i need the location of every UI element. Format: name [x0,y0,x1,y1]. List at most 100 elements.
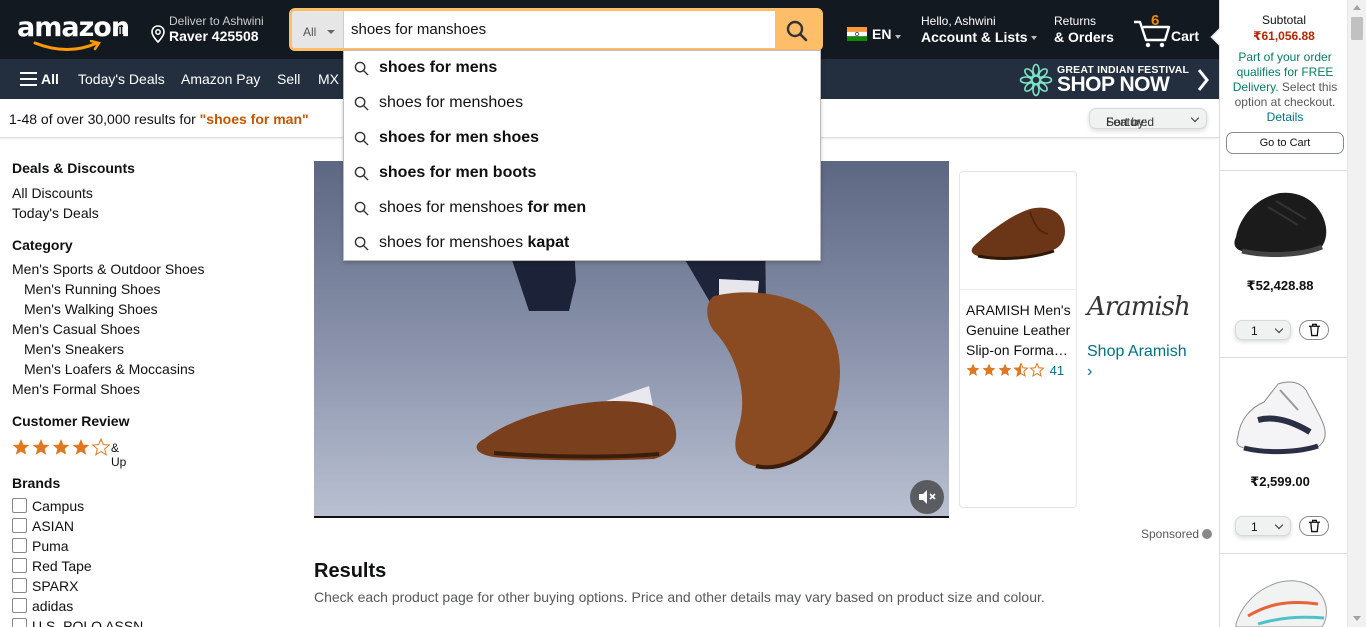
checkbox[interactable] [12,598,27,613]
white-running-shoe-image[interactable] [1228,574,1332,627]
hamburger-menu-icon[interactable] [20,72,37,86]
cart-item-quantity-select[interactable]: 1 [1235,320,1291,340]
search-suggestion[interactable]: shoes for menshoes for men [344,191,820,226]
checkbox[interactable] [12,538,27,553]
festival-banner[interactable]: GREAT INDIAN FESTIVAL SHOP NOW [1016,61,1216,97]
scroll-down-arrow-icon[interactable] [1353,616,1361,621]
category-formal[interactable]: Men's Formal Shoes [12,381,140,397]
brand-filter-item[interactable]: adidas [12,598,73,614]
checkbox[interactable] [12,558,27,573]
mute-video-button[interactable] [910,480,944,514]
brand-filter-item[interactable]: Campus [12,498,84,514]
account-greeting: Hello, Ashwini [921,14,996,28]
search-department-label: All [303,25,317,39]
results-heading: Results [314,560,387,582]
scroll-up-arrow-icon[interactable] [1353,5,1361,10]
brand-filter-item[interactable]: Red Tape [12,558,92,574]
nav-amazon-pay[interactable]: Amazon Pay [181,71,260,87]
search-input[interactable] [344,11,777,48]
category-running[interactable]: Men's Running Shoes [24,281,161,297]
suggestion-bold-text: shoes for men boots [379,164,537,181]
suggestion-bold-text: kapat [527,234,570,251]
category-sneakers[interactable]: Men's Sneakers [24,341,124,357]
nav-todays-deals[interactable]: Today's Deals [78,71,165,87]
festival-flower-icon [1019,63,1053,97]
logo-suffix: .in [115,22,129,37]
amazon-logo[interactable]: amazon .in [15,10,135,51]
delete-item-button[interactable] [1299,516,1329,536]
black-sneaker-image[interactable] [1228,185,1332,265]
search-icon [354,201,369,216]
formal-shoe-image [971,207,1065,260]
results-count: 1-48 of over 30,000 results for "shoes f… [9,111,309,127]
search-suggestion[interactable]: shoes for mens [344,51,820,86]
category-walking[interactable]: Men's Walking Shoes [24,301,158,317]
cart-item-quantity-select[interactable]: 1 [1235,516,1291,536]
card-divider [960,289,1076,290]
search-icon [354,236,369,251]
suggestion-bold-text: for men [527,199,587,216]
sponsored-product-rating[interactable]: 41 [966,363,1064,378]
subtotal-label: Subtotal [1261,13,1307,27]
shop-link-text: Shop Aramish [1087,343,1187,360]
cart-item-price: ₹52,428.88 [1246,278,1314,293]
search-suggestion[interactable]: shoes for menshoes [344,86,820,121]
star-rating-icon [12,438,110,456]
returns-and-orders[interactable]: Returns & Orders [1054,14,1114,45]
filter-all-discounts[interactable]: All Discounts [12,185,93,201]
nav-mx-player[interactable]: MX [318,71,339,87]
sort-dropdown[interactable]: Sort by: Featured [1089,108,1207,129]
cart-button[interactable]: 6 Cart [1132,12,1207,48]
filter-todays-deals[interactable]: Today's Deals [12,205,99,221]
search-suggestion[interactable]: shoes for men shoes [344,121,820,156]
category-loafers[interactable]: Men's Loafers & Moccasins [24,361,195,377]
brand-label: ASIAN [32,518,75,534]
brand-filter-item[interactable]: Puma [12,538,69,554]
search-suggestion[interactable]: shoes for men boots [344,156,820,191]
page-scrollbar[interactable] [1347,0,1366,627]
scrollbar-thumb[interactable] [1351,17,1363,40]
go-to-cart-button[interactable]: Go to Cart [1226,132,1344,154]
chevron-right-icon: › [1087,363,1093,380]
search-button[interactable] [775,11,820,48]
search-department-select[interactable]: All [292,11,344,48]
sponsored-text: Sponsored [1141,527,1200,541]
brands-heading: Brands [12,475,61,491]
quantity-value: 1 [1251,324,1258,338]
chevron-down-icon [1190,113,1200,123]
sponsored-label[interactable]: Sponsored [1141,527,1213,541]
logo-smile-icon [33,40,102,51]
sort-value: Featured [1106,115,1155,129]
rating-count: 41 [1049,363,1065,378]
quantity-value: 1 [1251,520,1258,534]
category-casual[interactable]: Men's Casual Shoes [12,321,140,337]
checkbox[interactable] [12,518,27,533]
white-highneck-sneaker-image[interactable] [1228,380,1332,460]
nav-all-menu[interactable]: All [41,71,59,87]
brand-filter-item[interactable]: SPARX [12,578,78,594]
suggestion-text: shoes for menshoes [379,199,528,216]
category-sports-outdoor[interactable]: Men's Sports & Outdoor Shoes [12,261,205,277]
review-filter-4-stars[interactable]: & Up [12,438,126,469]
sponsored-product-card[interactable]: ARAMISH Men's Genuine Leather Slip-on Fo… [959,171,1077,508]
language-code: EN [872,26,892,42]
details-link[interactable]: Details [1267,110,1304,124]
account-and-lists[interactable]: Hello, Ashwini Account & Lists [921,14,1038,45]
chevron-down-icon [1031,36,1038,40]
amazon-search-page: amazon .in Deliver to Ashwini Raver 4255… [0,0,1366,627]
brand-filter-item[interactable]: ASIAN [12,518,74,534]
search-suggestion[interactable]: shoes for menshoes kapat [344,226,820,261]
shop-aramish-link[interactable]: Shop Aramish › [1087,342,1187,382]
nav-sell[interactable]: Sell [277,71,300,87]
brand-filter-item[interactable]: U.S. POLO ASSN. [12,618,147,627]
checkbox[interactable] [12,618,27,627]
aramish-brand-logo[interactable]: Aramish [1087,292,1191,322]
checkbox[interactable] [12,498,27,513]
subtotal-amount: ₹61,056.88 [1253,29,1315,43]
sponsored-product-title[interactable]: ARAMISH Men's Genuine Leather Slip-on Fo… [966,300,1074,360]
checkbox[interactable] [12,578,27,593]
search-icon [354,166,369,181]
delete-item-button[interactable] [1299,320,1329,340]
search-icon [354,96,369,111]
suggestion-bold-text: shoes for mens [379,59,498,76]
